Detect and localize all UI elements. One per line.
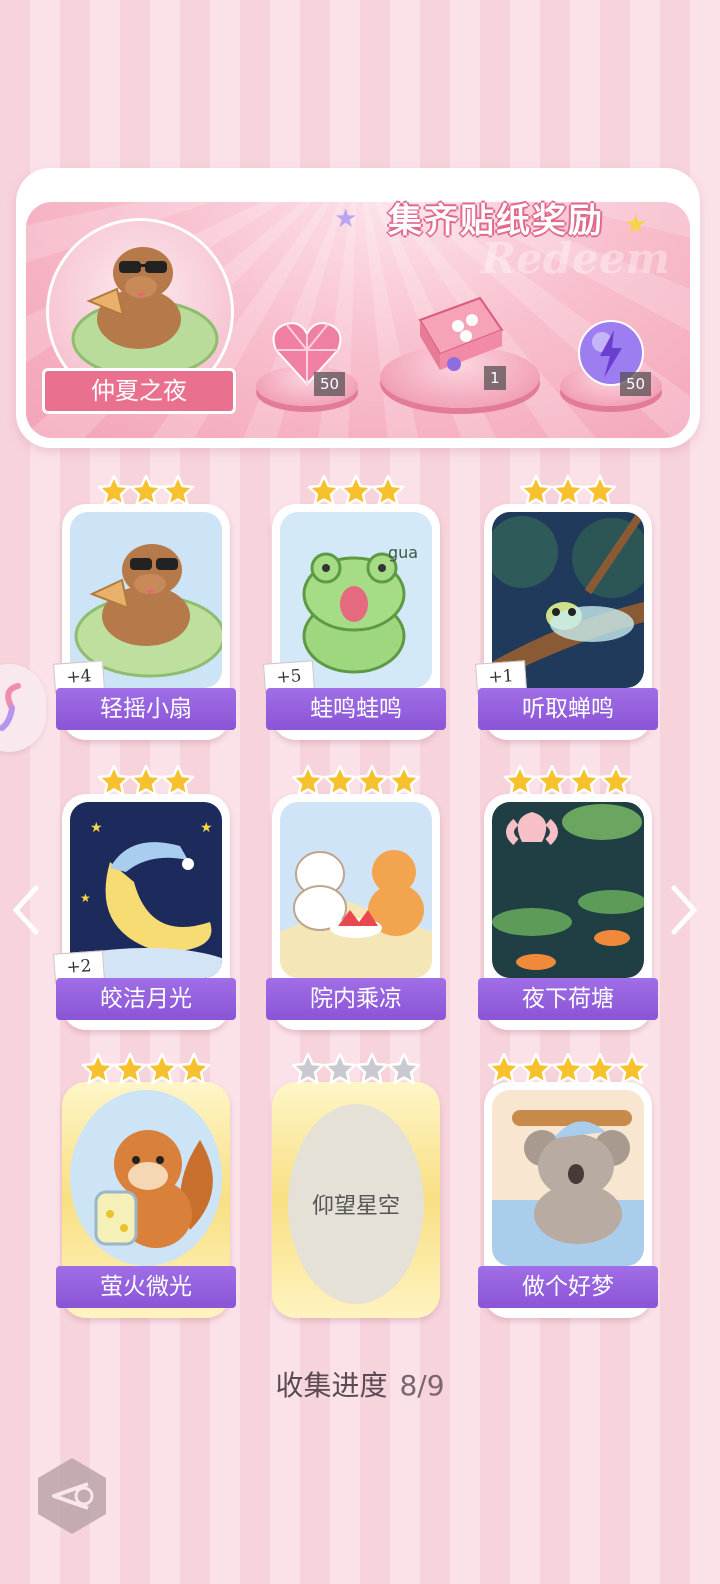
pinwheel-icon [0,683,21,731]
sticker-card[interactable]: 夜下荷塘 [478,764,658,1030]
card-name: 夜下荷塘 [478,978,658,1020]
star-icon [161,474,195,507]
purple-star-icon: ★ [334,204,358,234]
star-icon [291,1052,325,1085]
locked-card-name: 仰望星空 [311,1194,400,1219]
sticker-card[interactable]: +4 轻摇小扇 [53,474,236,740]
svg-text:gua: gua [388,543,418,562]
collection-progress: 收集进度 8/9 [0,1364,720,1404]
progress-value: 8/9 [399,1369,445,1402]
sticker-card[interactable]: ★ ★ ★ +2 皎洁月光 [53,764,236,1030]
locked-placeholder: 仰望星空 [288,1104,424,1304]
star-icon [161,764,195,797]
chevron-right-icon[interactable] [664,880,704,940]
card-name: 皎洁月光 [56,978,236,1020]
side-menu-tab[interactable] [0,664,46,752]
reward-count: 1 [484,366,506,390]
star-rating [484,1052,652,1090]
star-rating [272,474,440,512]
star-icon [583,474,617,507]
sticker-card[interactable]: 院内乘凉 [266,764,446,1030]
sticker-card[interactable]: 做个好梦 [478,1052,658,1318]
gift-box-icon[interactable] [410,290,506,376]
star-icon [583,1052,617,1085]
reward-count: 50 [620,372,652,396]
star-rating [62,474,230,512]
star-icon [371,474,405,507]
card-name: 萤火微光 [56,1266,236,1308]
card-name: 院内乘凉 [266,978,446,1020]
star-icon [339,474,373,507]
star-icon [519,1052,553,1085]
sticker-art [492,802,644,978]
sticker-art [70,1090,222,1266]
star-icon [387,764,421,797]
star-icon [97,764,131,797]
sticker-card[interactable]: +1 听取蝉鸣 [475,474,658,740]
progress-label: 收集进度 [275,1369,388,1402]
star-icon [551,474,585,507]
star-icon [355,764,389,797]
star-icon [291,764,325,797]
cats-watermelon-icon [280,850,432,978]
star-icon [355,1052,389,1085]
svg-text:★: ★ [80,891,91,905]
sticker-art [280,802,432,978]
star-icon [323,764,357,797]
star-rating [62,764,230,802]
banner-title: 集齐贴纸奖励 [388,201,604,241]
star-icon [387,1052,421,1085]
svg-text:★: ★ [90,820,103,836]
star-icon [97,474,131,507]
star-rating [484,474,652,512]
card-name: 听取蝉鸣 [478,688,658,730]
chevron-left-icon[interactable] [6,880,46,940]
star-rating [272,1052,440,1090]
star-rating [62,1052,230,1090]
back-icon[interactable] [32,1456,112,1536]
medal-label: 仲夏之夜 [42,368,236,414]
svg-text:★: ★ [200,820,213,836]
star-icon [519,474,553,507]
star-icon [535,764,569,797]
star-icon [81,1052,115,1085]
star-icon [567,764,601,797]
sticker-art [492,1090,644,1266]
star-icon [323,1052,357,1085]
star-icon [177,1052,211,1085]
star-icon [307,474,341,507]
koala-sleep-icon [492,1110,644,1266]
yellow-star-icon: ★ [624,210,648,240]
lotus-pond-icon [492,804,644,970]
sticker-card[interactable]: gua +5 蛙鸣蛙鸣 [263,474,446,740]
star-icon [551,1052,585,1085]
star-icon [615,1052,649,1085]
star-icon [129,474,163,507]
sticker-card-locked[interactable]: 仰望星空 [272,1052,440,1318]
card-name: 做个好梦 [478,1266,658,1308]
squirrel-firefly-icon [94,1130,213,1248]
star-icon [145,1052,179,1085]
card-name: 蛙鸣蛙鸣 [266,688,446,730]
star-icon [487,1052,521,1085]
star-rating [272,764,440,802]
star-rating [484,764,652,802]
star-icon [599,764,633,797]
star-icon [129,764,163,797]
reward-count: 50 [314,372,346,396]
star-icon [503,764,537,797]
star-icon [113,1052,147,1085]
sticker-card[interactable]: 萤火微光 [56,1052,236,1318]
card-name: 轻摇小扇 [56,688,236,730]
